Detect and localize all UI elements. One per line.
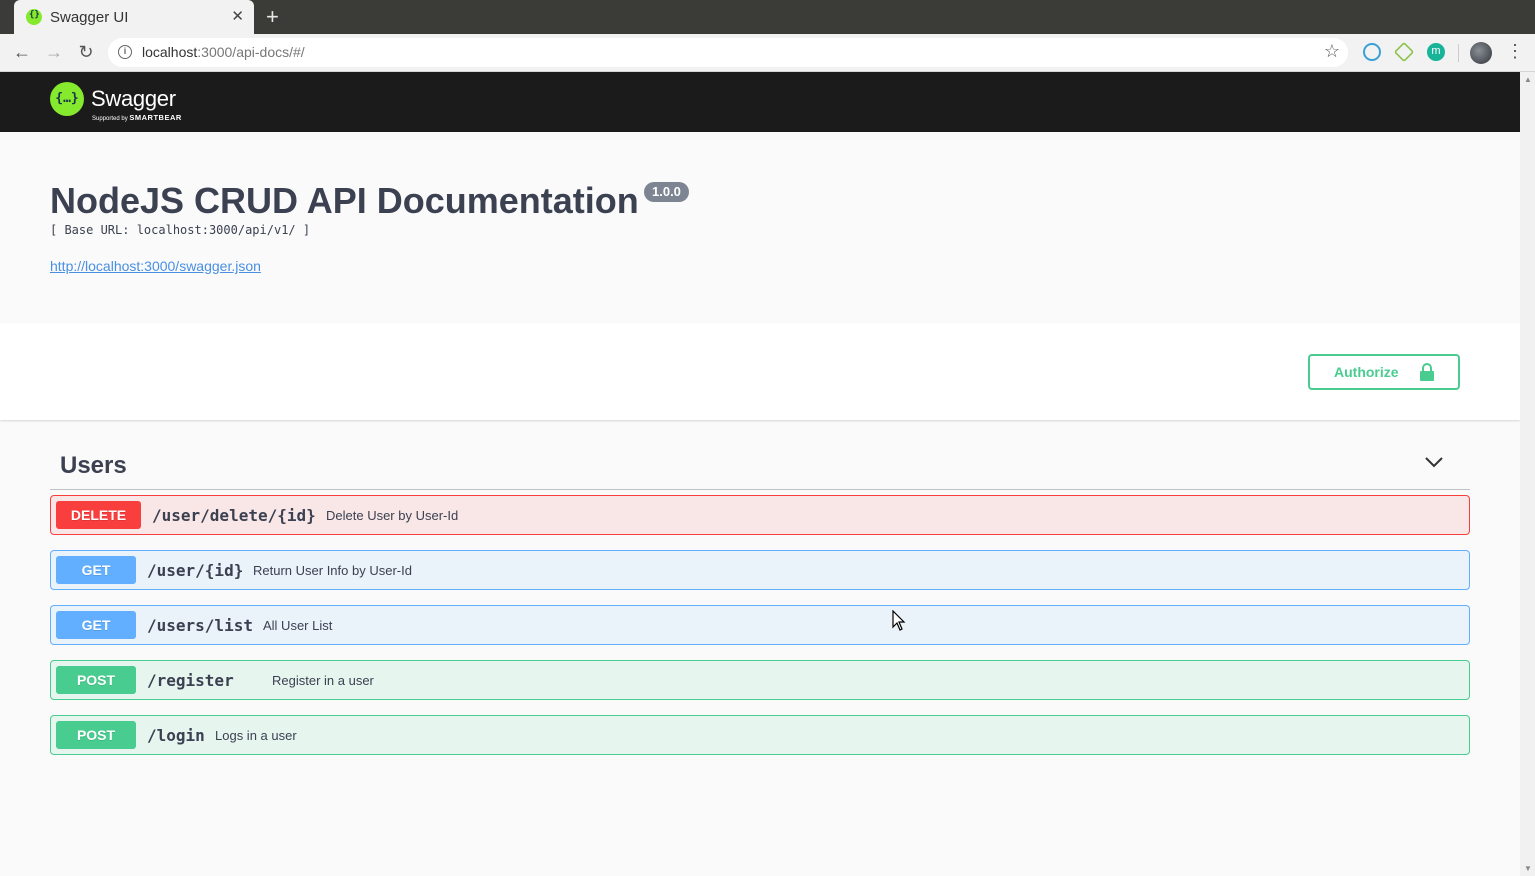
operation-path: /login: [147, 726, 205, 745]
operation-path: /user/{id}: [147, 561, 244, 580]
browser-tab[interactable]: Swagger UI ✕: [14, 0, 254, 34]
method-badge-get: GET: [56, 556, 136, 584]
method-badge-post: POST: [56, 666, 136, 694]
scroll-up-icon[interactable]: ▲: [1524, 75, 1532, 84]
supported-by-text: Supported by: [92, 116, 128, 122]
authorize-button[interactable]: Authorize: [1308, 354, 1460, 390]
browser-tab-bar: Swagger UI ✕ +: [0, 0, 1535, 34]
swagger-brand[interactable]: Swagger: [91, 86, 176, 112]
operation-summary: Logs in a user: [215, 728, 297, 743]
url-path: :3000/api-docs/#/: [197, 44, 305, 60]
operation-path: /user/delete/{id}: [152, 506, 316, 525]
base-url: [ Base URL: localhost:3000/api/v1/ ]: [50, 223, 311, 237]
bookmark-star-icon[interactable]: ☆: [1324, 41, 1340, 62]
operation-path: /register: [147, 671, 234, 690]
swagger-favicon-icon: [26, 9, 42, 25]
tab-close-icon[interactable]: ✕: [231, 7, 244, 25]
swagger-supported-by: Supported by SMARTBEAR: [92, 113, 182, 122]
mouse-cursor-icon: [892, 610, 906, 631]
operation-post-login[interactable]: POST /login Logs in a user: [50, 715, 1470, 755]
scroll-down-icon[interactable]: ▼: [1524, 864, 1532, 873]
operation-summary: All User List: [263, 618, 333, 633]
api-title: NodeJS CRUD API Documentation: [50, 180, 639, 221]
operation-delete-user[interactable]: DELETE /user/delete/{id} Delete User by …: [50, 495, 1470, 535]
chevron-down-icon[interactable]: [1424, 455, 1444, 469]
smartbear-text: SMARTBEAR: [129, 113, 182, 122]
version-badge: 1.0.0: [644, 182, 689, 202]
operation-summary: Return User Info by User-Id: [253, 563, 412, 578]
operation-summary: Register in a user: [272, 673, 374, 688]
site-info-icon[interactable]: i: [118, 45, 132, 59]
extension-react-icon[interactable]: [1363, 43, 1381, 61]
extension-m-icon[interactable]: m: [1427, 43, 1445, 61]
tag-name: Users: [60, 452, 127, 479]
reload-icon[interactable]: ↻: [74, 40, 98, 64]
swagger-topbar: {…} Swagger Supported by SMARTBEAR: [0, 72, 1520, 132]
method-badge-post: POST: [56, 721, 136, 749]
back-arrow-icon[interactable]: ←: [10, 40, 34, 64]
operation-get-users-list[interactable]: GET /users/list All User List: [50, 605, 1470, 645]
address-bar[interactable]: i localhost:3000/api-docs/#/ ☆: [108, 38, 1348, 67]
swagger-logo-icon[interactable]: {…}: [50, 82, 84, 116]
swagger-json-link[interactable]: http://localhost:3000/swagger.json: [50, 258, 261, 274]
profile-avatar[interactable]: [1470, 42, 1492, 64]
extension-node-icon[interactable]: [1393, 41, 1415, 63]
operation-path: /users/list: [147, 616, 253, 635]
method-badge-get: GET: [56, 611, 136, 639]
new-tab-button[interactable]: +: [266, 4, 279, 30]
operation-summary: Delete User by User-Id: [326, 508, 459, 523]
toolbar-divider: [1458, 44, 1459, 62]
scheme-container: Authorize: [0, 323, 1520, 420]
url-text: localhost:3000/api-docs/#/: [142, 44, 305, 60]
url-host: localhost: [142, 44, 198, 60]
authorize-label: Authorize: [1334, 364, 1399, 380]
tag-users-header[interactable]: Users: [50, 443, 1470, 490]
operation-get-user[interactable]: GET /user/{id} Return User Info by User-…: [50, 550, 1470, 590]
browser-menu-icon[interactable]: ⋮: [1506, 41, 1524, 62]
method-badge-delete: DELETE: [56, 501, 141, 529]
page-scrollbar[interactable]: ▲ ▼: [1520, 72, 1535, 876]
forward-arrow-icon[interactable]: →: [42, 40, 66, 64]
operation-post-register[interactable]: POST /register Register in a user: [50, 660, 1470, 700]
browser-toolbar: ← → ↻ i localhost:3000/api-docs/#/ ☆ m ⋮: [0, 34, 1535, 72]
tab-title: Swagger UI: [50, 9, 129, 26]
lock-icon: [1420, 363, 1434, 381]
